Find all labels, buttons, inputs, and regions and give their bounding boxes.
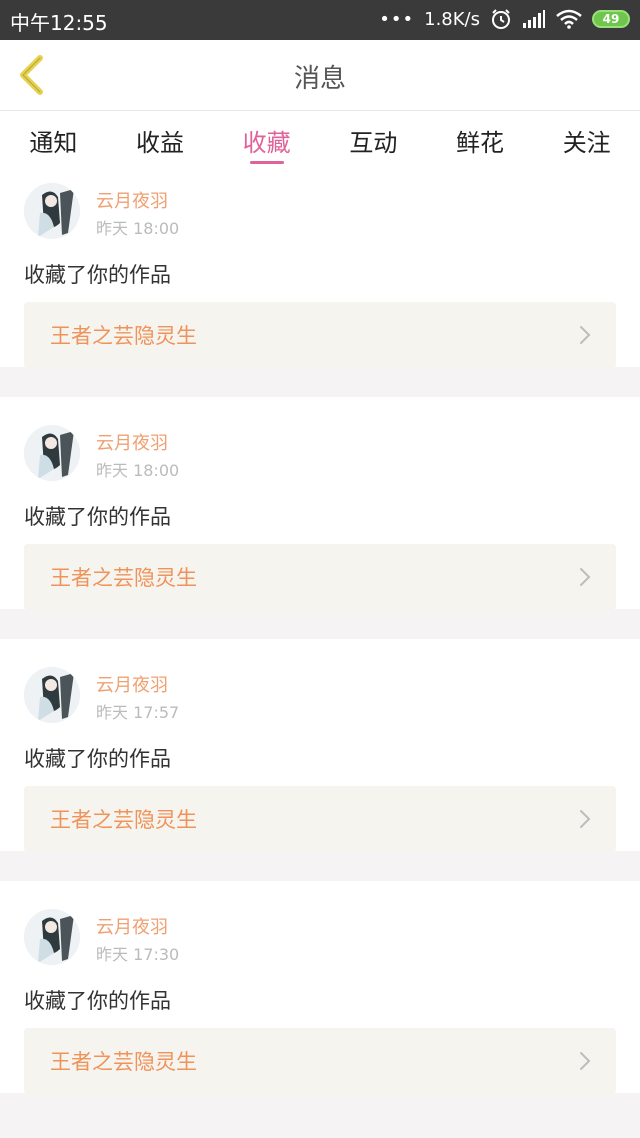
work-title: 王者之芸隐灵生 [50, 808, 197, 832]
message-list: 云月夜羽 昨天 18:00 收藏了你的作品 王者之芸隐灵生 云月夜羽 昨天 18… [0, 171, 640, 1123]
avatar[interactable] [24, 909, 80, 965]
message-time: 昨天 18:00 [96, 461, 180, 480]
user-name[interactable]: 云月夜羽 [96, 671, 168, 697]
message-card: 云月夜羽 昨天 18:00 收藏了你的作品 王者之芸隐灵生 [0, 397, 640, 610]
wifi-icon [556, 9, 582, 29]
status-bar: 中午12:55 ••• 1.8K/s 49 [0, 0, 640, 40]
user-name[interactable]: 云月夜羽 [96, 429, 168, 455]
message-card: 云月夜羽 昨天 18:00 收藏了你的作品 王者之芸隐灵生 [0, 171, 640, 368]
work-title: 王者之芸隐灵生 [50, 324, 197, 348]
tab-flowers[interactable]: 鲜花 [427, 111, 534, 171]
battery-icon: 49 [592, 10, 630, 28]
user-name[interactable]: 云月夜羽 [96, 913, 168, 939]
chevron-right-icon [580, 568, 591, 586]
page-title: 消息 [293, 64, 346, 94]
battery-level: 49 [602, 12, 620, 26]
signal-icon [523, 10, 545, 28]
alarm-icon [492, 9, 510, 29]
avatar-image [24, 425, 80, 481]
message-time: 昨天 17:30 [96, 945, 180, 964]
chevron-right-icon [580, 326, 591, 344]
status-more-dots: ••• [379, 8, 415, 30]
message-time: 昨天 18:00 [96, 219, 180, 238]
net-speed: 1.8K/s [424, 8, 480, 30]
chevron-right-icon [580, 1052, 591, 1070]
work-link[interactable]: 王者之芸隐灵生 [24, 302, 616, 368]
tab-interaction[interactable]: 互动 [320, 111, 427, 171]
avatar[interactable] [24, 667, 80, 723]
app-bar: 消息 [0, 40, 640, 111]
message-text: 收藏了你的作品 [24, 989, 171, 1013]
status-right: ••• 1.8K/s 49 [379, 8, 630, 30]
avatar[interactable] [24, 425, 80, 481]
avatar-image [24, 667, 80, 723]
message-text: 收藏了你的作品 [24, 505, 171, 529]
avatar-image [24, 183, 80, 239]
work-title: 王者之芸隐灵生 [50, 1050, 197, 1074]
avatar-image [24, 909, 80, 965]
avatar[interactable] [24, 183, 80, 239]
user-name[interactable]: 云月夜羽 [96, 187, 168, 213]
tab-notify[interactable]: 通知 [0, 111, 107, 171]
work-link[interactable]: 王者之芸隐灵生 [24, 544, 616, 610]
tab-bar: 通知 收益 收藏 互动 鲜花 关注 [0, 111, 640, 171]
work-title: 王者之芸隐灵生 [50, 566, 197, 590]
work-link[interactable]: 王者之芸隐灵生 [24, 1028, 616, 1094]
chevron-right-icon [580, 810, 591, 828]
work-link[interactable]: 王者之芸隐灵生 [24, 786, 616, 852]
tab-earnings[interactable]: 收益 [107, 111, 214, 171]
message-text: 收藏了你的作品 [24, 747, 171, 771]
message-card: 云月夜羽 昨天 17:30 收藏了你的作品 王者之芸隐灵生 [0, 881, 640, 1094]
message-time: 昨天 17:57 [96, 703, 180, 722]
message-card: 云月夜羽 昨天 17:57 收藏了你的作品 王者之芸隐灵生 [0, 639, 640, 852]
tab-follow[interactable]: 关注 [533, 111, 640, 171]
tab-favorites[interactable]: 收藏 [213, 111, 320, 171]
status-time: 中午12:55 [10, 11, 108, 35]
message-text: 收藏了你的作品 [24, 263, 171, 287]
